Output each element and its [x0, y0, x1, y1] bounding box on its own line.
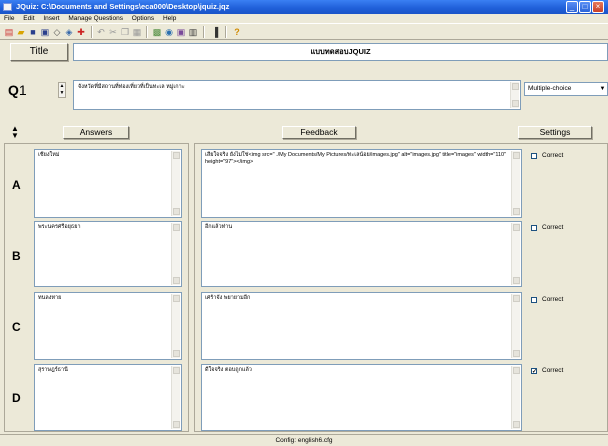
- answer-input-d[interactable]: สุราษฎร์ธานี: [34, 364, 182, 431]
- feedback-text-d: ดีใจจริง ตอบถูกแล้ว: [205, 367, 252, 373]
- answer-input-c[interactable]: ทนลงทาย: [34, 292, 182, 360]
- question-type-select[interactable]: Multiple-choice ▼: [524, 82, 608, 96]
- export-icon[interactable]: ◇: [52, 27, 62, 37]
- window-title-bar[interactable]: JQuiz: C:\Documents and Settings\eca000\…: [0, 0, 608, 14]
- row-sort-arrows[interactable]: ▲ ▼: [10, 125, 20, 140]
- question-number: 1: [18, 82, 27, 98]
- toolbar: ▤ ▰ ■ ▣ ◇ ◈ ✚ ↶ ✂ ❐ ▦ ▩ ◉ ▣ ▥ ▐ ?: [0, 23, 608, 40]
- cut-icon[interactable]: ✂: [108, 27, 118, 37]
- question-text: จังหวัดที่มีสถานที่ท่องเที่ยวที่เป็นทะเล…: [78, 84, 185, 90]
- correct-label-a: Correct: [542, 152, 564, 159]
- row-letter-c: C: [12, 320, 21, 334]
- question-type-value: Multiple-choice: [528, 85, 572, 92]
- settings-header: Settings: [539, 127, 571, 137]
- feedback-scrollbar-c[interactable]: [511, 294, 520, 358]
- app-icon: [3, 3, 12, 11]
- menu-edit[interactable]: Edit: [23, 15, 34, 22]
- question-text-input[interactable]: จังหวัดที่มีสถานที่ท่องเที่ยวที่เป็นทะเล…: [73, 80, 521, 110]
- answers-header: Answers: [79, 127, 113, 137]
- question-letter: Q: [8, 82, 19, 98]
- feedback-text-a: เสียใจจริง ยังไม่ใช่<img src=" ./My Docu…: [205, 152, 507, 165]
- menu-bar: File Edit Insert Manage Questions Option…: [0, 14, 608, 23]
- menu-insert[interactable]: Insert: [43, 15, 59, 22]
- answer-scrollbar-c[interactable]: [171, 294, 180, 358]
- feedback-input-b[interactable]: อีกแล้วท่าน: [201, 221, 522, 287]
- maximize-button[interactable]: □: [579, 1, 591, 13]
- copy-icon[interactable]: ❐: [120, 27, 130, 37]
- title-button[interactable]: Title: [10, 43, 68, 61]
- feedback-scrollbar-d[interactable]: [511, 366, 520, 429]
- title-value: แบบทดสอบJQUIZ: [310, 47, 371, 56]
- paste-icon[interactable]: ▦: [132, 27, 142, 37]
- feedback-header: Feedback: [300, 127, 338, 137]
- menu-manage-questions[interactable]: Manage Questions: [68, 15, 123, 22]
- correct-checkbox-d[interactable]: ✓: [531, 368, 537, 375]
- save-icon[interactable]: ■: [28, 27, 38, 37]
- status-bar: Config: english6.cfg: [0, 434, 608, 446]
- answer-text-c: ทนลงทาย: [38, 295, 62, 301]
- config-icon[interactable]: ▐: [210, 27, 220, 37]
- question-scrollbar[interactable]: [510, 82, 519, 108]
- answer-scrollbar-d[interactable]: [171, 366, 180, 429]
- link-icon[interactable]: ◉: [164, 27, 174, 37]
- web-icon[interactable]: ◈: [64, 27, 74, 37]
- feedback-input-c[interactable]: เศร้าจัง พยายามอีก: [201, 292, 522, 360]
- minimize-button[interactable]: _: [566, 1, 578, 13]
- add-icon[interactable]: ✚: [76, 27, 86, 37]
- menu-help[interactable]: Help: [163, 15, 176, 22]
- open-icon[interactable]: ▰: [16, 27, 26, 37]
- correct-checkbox-a[interactable]: [531, 153, 537, 159]
- answer-input-a[interactable]: เชียงใหม่: [34, 149, 182, 218]
- answer-text-b: พระนครศรีอยุธยา: [38, 224, 81, 230]
- help-icon[interactable]: ?: [232, 27, 242, 37]
- feedback-text-b: อีกแล้วท่าน: [205, 224, 233, 230]
- answer-scrollbar-b[interactable]: [171, 223, 180, 285]
- close-button[interactable]: ×: [592, 1, 604, 13]
- title-input[interactable]: แบบทดสอบJQUIZ: [73, 43, 608, 61]
- status-text: Config: english6.cfg: [275, 437, 333, 444]
- answer-scrollbar-a[interactable]: [171, 151, 180, 216]
- image-icon[interactable]: ▩: [152, 27, 162, 37]
- answer-input-b[interactable]: พระนครศรีอยุธยา: [34, 221, 182, 287]
- feedback-scrollbar-a[interactable]: [511, 151, 520, 216]
- correct-label-c: Correct: [542, 296, 564, 303]
- save-as-icon[interactable]: ▣: [40, 27, 50, 37]
- title-label: Title: [29, 46, 49, 57]
- reading-icon[interactable]: ▥: [188, 27, 198, 37]
- feedback-text-c: เศร้าจัง พยายามอีก: [205, 295, 251, 301]
- feedback-header-button[interactable]: Feedback: [282, 126, 356, 139]
- question-spinner[interactable]: ▲ ▼: [58, 82, 66, 98]
- undo-icon[interactable]: ↶: [96, 27, 106, 37]
- new-icon[interactable]: ▤: [4, 27, 14, 37]
- row-letter-b: B: [12, 249, 21, 263]
- settings-header-button[interactable]: Settings: [518, 126, 592, 139]
- window-title: JQuiz: C:\Documents and Settings\eca000\…: [16, 2, 230, 11]
- answer-text-a: เชียงใหม่: [38, 152, 60, 158]
- correct-label-b: Correct: [542, 224, 564, 231]
- feedback-input-d[interactable]: ดีใจจริง ตอบถูกแล้ว: [201, 364, 522, 431]
- menu-options[interactable]: Options: [132, 15, 154, 22]
- media-icon[interactable]: ▣: [176, 27, 186, 37]
- menu-file[interactable]: File: [4, 15, 14, 22]
- row-letter-a: A: [12, 178, 21, 192]
- correct-checkbox-b[interactable]: [531, 225, 537, 231]
- correct-checkbox-c[interactable]: [531, 297, 537, 303]
- answers-header-button[interactable]: Answers: [63, 126, 129, 139]
- chevron-down-icon: ▼: [599, 86, 606, 92]
- row-letter-d: D: [12, 391, 21, 405]
- answer-text-d: สุราษฎร์ธานี: [38, 367, 68, 373]
- feedback-input-a[interactable]: เสียใจจริง ยังไม่ใช่<img src=" ./My Docu…: [201, 149, 522, 218]
- correct-label-d: Correct: [542, 367, 564, 374]
- question-label: Q1: [8, 82, 27, 98]
- feedback-scrollbar-b[interactable]: [511, 223, 520, 285]
